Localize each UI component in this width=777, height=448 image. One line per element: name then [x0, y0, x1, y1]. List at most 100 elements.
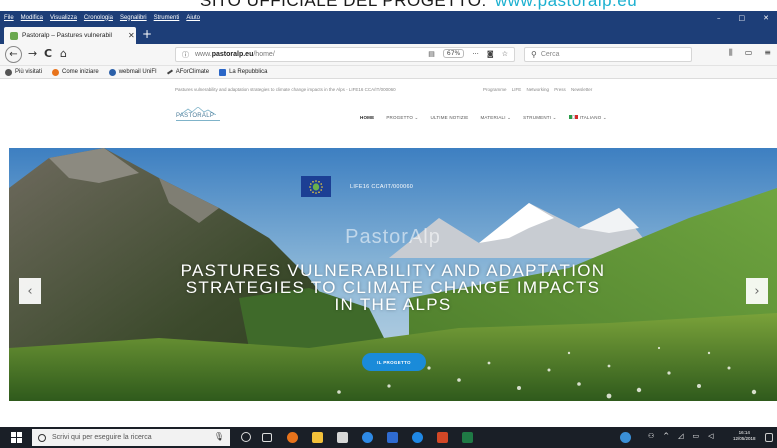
- firefox-taskbar-icon[interactable]: [287, 432, 298, 443]
- home-button[interactable]: ⌂: [60, 47, 67, 60]
- windows-start-icon[interactable]: [11, 432, 22, 443]
- slider-next-button[interactable]: ›: [746, 278, 768, 304]
- tray-chevron-icon[interactable]: ^: [663, 432, 669, 440]
- menu-modifica[interactable]: Modifica: [21, 15, 43, 21]
- il-progetto-button[interactable]: IL PROGETTO: [362, 353, 426, 371]
- library-icon[interactable]: ⫼: [729, 48, 733, 58]
- life-logo-icon: [309, 179, 323, 194]
- maximize-button[interactable]: □: [739, 14, 746, 22]
- life-project-code: LIFE16 CCA/IT/000060: [350, 184, 414, 190]
- bookmark-aforclimate[interactable]: AForClimate: [166, 69, 209, 75]
- info-icon[interactable]: ⓘ: [182, 50, 189, 60]
- reader-view-icon[interactable]: ▤: [428, 50, 435, 58]
- tab-title: Pastoralp – Pastures vulnerabil: [22, 32, 112, 39]
- new-tab-button[interactable]: +: [142, 27, 152, 41]
- search-icon: [38, 433, 46, 442]
- reload-button[interactable]: C: [44, 47, 52, 60]
- back-button[interactable]: ←: [5, 46, 22, 63]
- site-topline: Pastures vulnerability and adaptation st…: [0, 87, 777, 96]
- excel-icon[interactable]: [462, 432, 473, 443]
- menu-cronologia[interactable]: Cronologia: [84, 15, 113, 21]
- nav-strumenti[interactable]: STRUMENTI ⌄: [523, 115, 556, 121]
- minimize-button[interactable]: –: [717, 14, 721, 22]
- mail-icon[interactable]: [387, 432, 398, 443]
- search-bar[interactable]: ⚲ Cerca: [524, 47, 692, 62]
- tab-strip: Pastoralp – Pastures vulnerabil ✕ +: [0, 24, 777, 44]
- webmail-icon: [108, 68, 116, 76]
- taskbar-search-input[interactable]: Scrivi qui per eseguire la ricerca 🎙: [32, 429, 230, 446]
- pocket-icon[interactable]: ◙: [487, 50, 494, 58]
- notifications-icon[interactable]: [765, 433, 773, 442]
- project-tagline: Pastures vulnerability and adaptation st…: [175, 87, 396, 92]
- edge-icon[interactable]: [412, 432, 423, 443]
- menu-file[interactable]: File: [4, 15, 14, 21]
- chrome-icon[interactable]: [362, 432, 373, 443]
- hero-title-line: IN THE ALPS: [334, 295, 452, 314]
- hero-title-line: PASTURES VULNERABILITY AND ADAPTATION: [180, 261, 606, 280]
- hero-title-line: STRATEGIES TO CLIMATE CHANGE IMPACTS: [185, 278, 601, 297]
- microphone-icon[interactable]: 🎙: [214, 432, 224, 441]
- site-header: Pastures vulnerability and adaptation st…: [0, 79, 777, 149]
- hero-slider: LIFE16 CCA/IT/000060 PastorAlp PASTURES …: [9, 148, 777, 401]
- file-explorer-icon[interactable]: [312, 432, 323, 443]
- navigation-bar: ← → C ⌂ ⓘ www.pastoralp.eu/home/ ▤ 67% ·…: [0, 44, 777, 66]
- browser-menubar: File Modifica Visualizza Cronologia Segn…: [0, 11, 777, 24]
- nav-language[interactable]: ITALIANO ⌄: [568, 115, 607, 121]
- nav-progetto[interactable]: PROGETTO ⌄: [386, 115, 418, 121]
- system-tray: ⚇ ^ ◿ ▭ ◁: [648, 432, 714, 440]
- forward-button[interactable]: →: [28, 47, 37, 60]
- bookmark-star-icon[interactable]: ☆: [502, 50, 508, 58]
- screenshot-root: SITO UFFICIALE DEL PROGETTO: www.pastora…: [0, 0, 777, 448]
- menu-aiuto[interactable]: Aiuto: [186, 15, 200, 21]
- bookmarks-bar: Più visitati Come iniziare webmail UniFI…: [0, 66, 777, 79]
- clock-date: 12/05/2018: [733, 436, 756, 441]
- url-text: www.pastoralp.eu/home/: [195, 51, 275, 58]
- caption-text: SITO UFFICIALE DEL PROGETTO:: [200, 0, 487, 10]
- menu-visualizza[interactable]: Visualizza: [50, 15, 77, 21]
- nav-home[interactable]: HOME: [360, 115, 374, 121]
- nav-materiali[interactable]: MATERIALI ⌄: [480, 115, 511, 121]
- menu-icon[interactable]: ≡: [764, 48, 771, 58]
- tab-close-icon[interactable]: ✕: [128, 31, 135, 40]
- menu-strumenti[interactable]: Strumenti: [154, 15, 180, 21]
- bookmark-come-iniziare[interactable]: Come iniziare: [52, 68, 99, 76]
- volume-icon[interactable]: ◁: [708, 432, 713, 440]
- slider-prev-button[interactable]: ‹: [19, 278, 41, 304]
- repubblica-icon: [219, 68, 227, 76]
- address-bar[interactable]: ⓘ www.pastoralp.eu/home/ ▤ 67% ··· ◙ ☆: [175, 47, 515, 62]
- site-logo[interactable]: PASTORALP: [176, 107, 220, 121]
- tab-pastoralp[interactable]: Pastoralp – Pastures vulnerabil ✕: [4, 27, 136, 44]
- caption-strip: SITO UFFICIALE DEL PROGETTO: www.pastora…: [0, 0, 777, 11]
- close-window-button[interactable]: ✕: [763, 14, 769, 22]
- cortana-icon[interactable]: [241, 432, 251, 442]
- caption-url: www.pastoralp.eu: [495, 0, 638, 10]
- taskbar-clock[interactable]: 16:14 12/05/2018: [733, 430, 756, 442]
- task-view-icon[interactable]: [262, 433, 272, 442]
- eu-flag-logo: [301, 176, 331, 197]
- sidebar-icon[interactable]: ▭: [745, 48, 753, 58]
- address-bar-actions: ▤ 67% ··· ◙ ☆: [428, 49, 508, 58]
- bookmark-webmail[interactable]: webmail UniFI: [108, 68, 157, 76]
- store-icon[interactable]: [337, 432, 348, 443]
- zoom-level[interactable]: 67%: [442, 49, 465, 58]
- gear-icon: [5, 68, 12, 76]
- top-links[interactable]: Programme LIFE Networking Press Newslett…: [483, 87, 592, 92]
- powerpoint-icon[interactable]: [437, 432, 448, 443]
- bookmark-repubblica[interactable]: La Repubblica: [219, 68, 267, 76]
- nav-ultime-notizie[interactable]: ULTIME NOTIZIE: [431, 115, 469, 121]
- search-placeholder: Cerca: [540, 51, 560, 58]
- taskbar-search-placeholder: Scrivi qui per eseguire la ricerca: [52, 434, 152, 441]
- battery-icon[interactable]: ▭: [693, 432, 700, 440]
- network-icon[interactable]: ◿: [678, 432, 683, 440]
- firefox-icon: [52, 68, 60, 76]
- search-icon: ⚲: [531, 50, 537, 59]
- logo-text: PASTORALP: [176, 113, 215, 119]
- site-navigation: HOME PROGETTO ⌄ ULTIME NOTIZIE MATERIALI…: [360, 115, 607, 121]
- favicon-icon: [10, 31, 18, 40]
- people-icon[interactable]: ⚇: [648, 432, 654, 440]
- bookmark-piu-visitati[interactable]: Più visitati: [5, 68, 42, 76]
- user-tray-icon[interactable]: [620, 432, 631, 443]
- menu-segnalibri[interactable]: Segnalibri: [120, 15, 147, 21]
- page-actions-icon[interactable]: ···: [472, 50, 479, 58]
- windows-taskbar: Scrivi qui per eseguire la ricerca 🎙 ⚇ ^…: [0, 427, 777, 448]
